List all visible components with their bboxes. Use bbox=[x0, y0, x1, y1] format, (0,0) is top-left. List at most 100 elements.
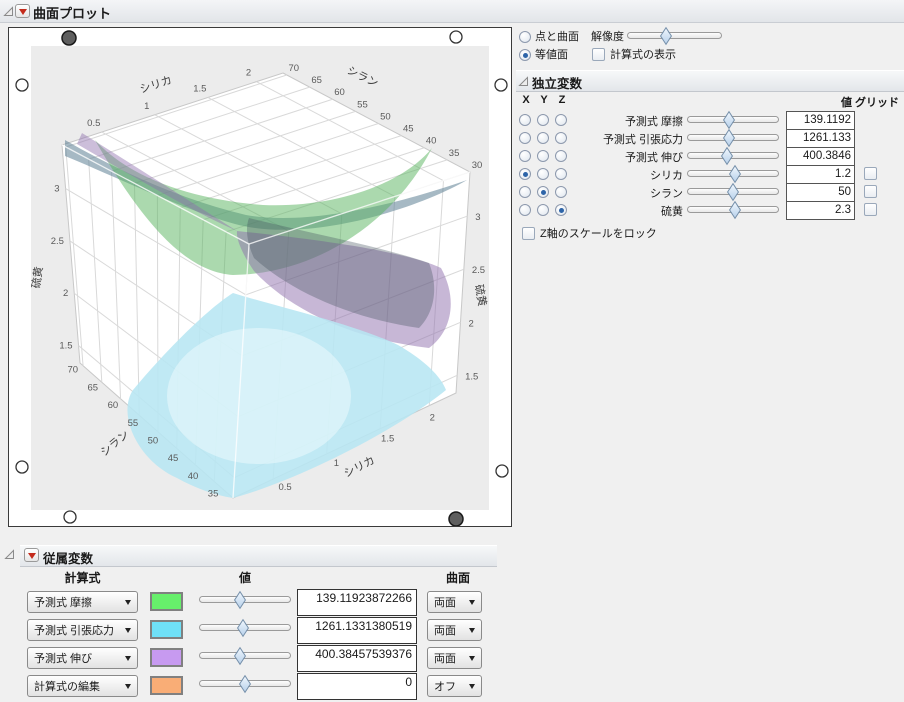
grid-checkbox[interactable] bbox=[864, 203, 877, 216]
points-surface-radio[interactable] bbox=[519, 31, 531, 43]
formula-dropdown[interactable]: 予測式 引張応力 bbox=[27, 619, 138, 641]
axis-tick-label: 30 bbox=[472, 160, 483, 171]
chevron-down-icon bbox=[469, 655, 475, 661]
variable-value-field[interactable]: 1261.133 bbox=[786, 129, 855, 148]
axis-tick-label: 1.5 bbox=[193, 83, 206, 94]
surface-plot-3d[interactable]: 0.5 1 1.5 2 70 65 60 55 50 45 40 35 30 3 2.5 2 1.5 70 65 60… bbox=[9, 28, 511, 527]
variable-slider[interactable] bbox=[687, 110, 779, 130]
axis-tick-label: 1.5 bbox=[59, 341, 72, 352]
variable-value-field[interactable]: 400.3846 bbox=[786, 147, 855, 166]
axis-tick-label: 40 bbox=[188, 471, 199, 482]
dependent-menu-button[interactable] bbox=[24, 548, 39, 562]
outline-menu-button[interactable] bbox=[15, 4, 30, 18]
variable-value-field[interactable]: 139.1192 bbox=[786, 111, 855, 130]
formula-dropdown[interactable]: 予測式 摩擦 bbox=[27, 591, 138, 613]
axis-tick-label: 1.5 bbox=[381, 434, 394, 445]
axis-tick-label: 2 bbox=[246, 68, 251, 79]
formula-dropdown-label: 計算式の編集 bbox=[34, 681, 100, 693]
show-formula-checkbox[interactable] bbox=[592, 48, 605, 61]
value-slider[interactable] bbox=[199, 646, 291, 666]
axis-tick-label: 3 bbox=[54, 184, 59, 195]
independent-panel-header: 独立変数 bbox=[516, 70, 904, 92]
surface-mode-dropdown[interactable]: 両面 bbox=[427, 591, 482, 613]
axis-tick-label: 50 bbox=[148, 435, 159, 446]
independent-panel-title: 独立変数 bbox=[532, 77, 583, 91]
axis-tick-label: 60 bbox=[108, 400, 119, 411]
resize-handle[interactable] bbox=[495, 464, 509, 478]
resize-handle[interactable] bbox=[449, 30, 463, 44]
x-axis-radio[interactable] bbox=[519, 114, 531, 126]
x-axis-radio[interactable] bbox=[519, 168, 531, 180]
disclosure-triangle-icon[interactable] bbox=[3, 6, 14, 17]
resize-handle[interactable] bbox=[15, 460, 29, 474]
y-axis-radio[interactable] bbox=[537, 114, 549, 126]
surface-mode-dropdown[interactable]: 両面 bbox=[427, 647, 482, 669]
axis-tick-label: 55 bbox=[357, 99, 368, 110]
surface-mode-label: 両面 bbox=[434, 653, 456, 665]
formula-dropdown[interactable]: 計算式の編集 bbox=[27, 675, 138, 697]
axis-tick-label: 2.5 bbox=[51, 236, 64, 247]
grid-checkbox[interactable] bbox=[864, 167, 877, 180]
surface-color-swatch[interactable] bbox=[150, 620, 183, 639]
variable-value-field[interactable]: 2.3 bbox=[786, 201, 855, 220]
surface-mode-dropdown[interactable]: 両面 bbox=[427, 619, 482, 641]
isosurface-label: 等値面 bbox=[535, 49, 568, 61]
chevron-down-icon bbox=[125, 655, 131, 661]
axis-tick-label: 35 bbox=[449, 148, 460, 159]
formula-dropdown-label: 予測式 引張応力 bbox=[34, 625, 115, 637]
value-slider[interactable] bbox=[199, 618, 291, 638]
y-axis-radio[interactable] bbox=[537, 132, 549, 144]
axis-tick-label: 1 bbox=[144, 101, 149, 112]
surface-plot-window: { "outline": { "plot_title": "曲面プロット", "… bbox=[0, 0, 904, 702]
y-axis-radio[interactable] bbox=[537, 186, 549, 198]
value-field[interactable]: 400.38457539376 bbox=[297, 645, 417, 672]
surface-color-swatch[interactable] bbox=[150, 676, 183, 695]
variable-slider[interactable] bbox=[687, 146, 779, 166]
variable-label: 予測式 伸び bbox=[624, 152, 683, 164]
y-axis-radio[interactable] bbox=[537, 204, 549, 216]
variable-slider[interactable] bbox=[687, 128, 779, 148]
axis-tick-label: 40 bbox=[426, 136, 437, 147]
lock-z-checkbox[interactable] bbox=[522, 227, 535, 240]
page-title: 曲面プロット bbox=[33, 6, 112, 21]
resize-handle-active[interactable] bbox=[61, 30, 77, 46]
disclosure-triangle-icon[interactable] bbox=[518, 76, 529, 87]
axis-tick-label: 65 bbox=[88, 382, 99, 393]
axis-tick-label: 50 bbox=[380, 111, 391, 122]
value-slider[interactable] bbox=[199, 674, 291, 694]
variable-label: 硫黄 bbox=[661, 206, 683, 218]
resize-handle-active[interactable] bbox=[448, 511, 464, 527]
variable-value-field[interactable]: 1.2 bbox=[786, 165, 855, 184]
resize-handle[interactable] bbox=[494, 78, 508, 92]
x-axis-radio[interactable] bbox=[519, 186, 531, 198]
value-field[interactable]: 0 bbox=[297, 673, 417, 700]
surface-color-swatch[interactable] bbox=[150, 648, 183, 667]
chevron-down-icon bbox=[125, 599, 131, 605]
variable-slider[interactable] bbox=[687, 200, 779, 220]
disclosure-triangle-icon[interactable] bbox=[4, 549, 15, 560]
surface-color-swatch[interactable] bbox=[150, 592, 183, 611]
variable-slider[interactable] bbox=[687, 164, 779, 184]
x-axis-radio[interactable] bbox=[519, 204, 531, 216]
value-field[interactable]: 139.11923872266 bbox=[297, 589, 417, 616]
value-field[interactable]: 1261.1331380519 bbox=[297, 617, 417, 644]
resolution-slider[interactable] bbox=[627, 26, 722, 46]
axis-tick-label: 65 bbox=[311, 75, 322, 86]
resize-handle[interactable] bbox=[15, 78, 29, 92]
isosurface-radio[interactable] bbox=[519, 49, 531, 61]
resize-handle[interactable] bbox=[63, 510, 77, 524]
y-axis-radio[interactable] bbox=[537, 168, 549, 180]
axis-tick-label: 2 bbox=[63, 288, 68, 299]
variable-value-field[interactable]: 50 bbox=[786, 183, 855, 202]
value-slider[interactable] bbox=[199, 590, 291, 610]
resolution-label: 解像度 bbox=[591, 31, 624, 43]
x-axis-radio[interactable] bbox=[519, 132, 531, 144]
formula-dropdown[interactable]: 予測式 伸び bbox=[27, 647, 138, 669]
y-axis-radio[interactable] bbox=[537, 150, 549, 162]
show-formula-label: 計算式の表示 bbox=[610, 49, 676, 61]
variable-slider[interactable] bbox=[687, 182, 779, 202]
surface-mode-dropdown[interactable]: オフ bbox=[427, 675, 482, 697]
x-axis-radio[interactable] bbox=[519, 150, 531, 162]
grid-checkbox[interactable] bbox=[864, 185, 877, 198]
surface-mode-label: 両面 bbox=[434, 597, 456, 609]
